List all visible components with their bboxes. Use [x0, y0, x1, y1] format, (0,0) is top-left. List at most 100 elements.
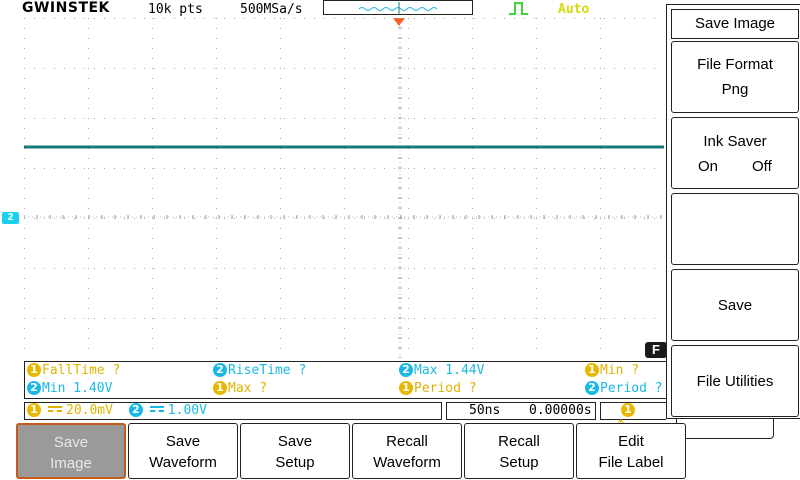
grid-dot: [34, 68, 35, 69]
grid-dot: [254, 318, 255, 319]
grid-dot: [234, 68, 235, 69]
grid-dot: [54, 218, 55, 219]
grid-dot: [344, 198, 345, 199]
grid-dot: [444, 68, 445, 69]
grid-dot: [554, 318, 555, 319]
grid-dot: [474, 18, 475, 19]
grid-dot: [144, 268, 145, 269]
grid-dot: [584, 118, 585, 119]
grid-dot: [464, 168, 465, 169]
grid-dot: [214, 118, 215, 119]
grid-dot: [644, 68, 645, 69]
grid-dot: [194, 68, 195, 69]
grid-dot: [224, 68, 225, 69]
grid-dot: [584, 168, 585, 169]
grid-dot: [344, 118, 345, 119]
grid-dot: [264, 18, 265, 19]
grid-dot: [280, 338, 281, 339]
grid-dot: [414, 168, 415, 169]
save-setup-button[interactable]: Save Setup: [240, 423, 350, 479]
file-utilities-button[interactable]: File Utilities: [671, 345, 799, 417]
grid-dot: [534, 118, 535, 119]
grid-dot: [454, 218, 455, 219]
grid-dot: [600, 288, 601, 289]
grid-dot: [354, 268, 355, 269]
grid-dot: [344, 98, 345, 99]
recall-waveform-button[interactable]: Recall Waveform: [352, 423, 462, 479]
grid-dot: [504, 268, 505, 269]
grid-dot: [344, 328, 345, 329]
grid-dot: [194, 18, 195, 19]
grid-dot: [88, 248, 89, 249]
grid-dot: [594, 318, 595, 319]
grid-ticks: [24, 18, 662, 358]
grid-dot: [494, 318, 495, 319]
grid-dot: [604, 18, 605, 19]
grid-dot: [274, 68, 275, 69]
grid-dot: [294, 268, 295, 269]
grid-dot: [24, 348, 25, 349]
grid-dot: [344, 108, 345, 109]
measurement-value: FallTime ?: [42, 363, 121, 378]
timebase-status: 50ns 0.00000s: [446, 402, 596, 420]
grid-dot: [144, 18, 145, 19]
ink-saver-button[interactable]: Ink Saver On Off: [671, 117, 799, 189]
grid-dot: [280, 178, 281, 179]
grid-dot: [94, 318, 95, 319]
grid-dot: [304, 218, 305, 219]
ch2-ground-marker[interactable]: 2: [2, 212, 19, 224]
grid-dot: [134, 118, 135, 119]
empty-soft-key[interactable]: [671, 193, 799, 265]
grid-dot: [184, 218, 185, 219]
grid-dot: [152, 158, 153, 159]
grid-dot: [88, 188, 89, 189]
grid-dot: [544, 168, 545, 169]
memory-overview-bar: [323, 0, 473, 15]
grid-dot: [24, 318, 25, 319]
grid-dot: [536, 108, 537, 109]
grid-dot: [344, 158, 345, 159]
button-label-line2: Setup: [499, 454, 539, 471]
save-image-button[interactable]: Save Image: [16, 423, 126, 479]
grid-dot: [274, 318, 275, 319]
measurement-value: RiseTime ?: [228, 363, 307, 378]
grid-dot: [216, 68, 217, 69]
grid-dot: [374, 68, 375, 69]
meas-ch1-period: 1 Period ?: [399, 380, 477, 398]
grid-dot: [294, 118, 295, 119]
save-button[interactable]: Save: [671, 269, 799, 341]
button-label-line2: File Label: [598, 454, 664, 471]
grid-dot: [404, 168, 405, 169]
recall-setup-button[interactable]: Recall Setup: [464, 423, 574, 479]
grid-dot: [344, 128, 345, 129]
grid-dot: [244, 118, 245, 119]
grid-dot: [280, 278, 281, 279]
grid-dot: [472, 208, 473, 209]
grid-dot: [124, 68, 125, 69]
save-label: Save: [717, 297, 753, 314]
grid-dot: [600, 158, 601, 159]
save-waveform-button[interactable]: Save Waveform: [128, 423, 238, 479]
grid-dot: [574, 218, 575, 219]
edit-file-label-button[interactable]: Edit File Label: [576, 423, 686, 479]
button-label-line1: Save: [277, 433, 313, 450]
button-label-line2: Waveform: [373, 454, 441, 471]
grid-dot: [152, 18, 153, 19]
grid-dot: [472, 278, 473, 279]
grid-dot: [364, 68, 365, 69]
grid-dot: [600, 118, 601, 119]
grid-dot: [134, 318, 135, 319]
grid-dot: [584, 218, 585, 219]
grid-dot: [536, 248, 537, 249]
button-label-line2: Waveform: [149, 454, 217, 471]
grid-dot: [524, 118, 525, 119]
grid-dot: [472, 68, 473, 69]
grid-dot: [274, 118, 275, 119]
file-format-button[interactable]: File Format Png: [671, 41, 799, 113]
grid-dot: [344, 58, 345, 59]
grid-dot: [24, 68, 25, 69]
grid-dot: [536, 328, 537, 329]
grid-dot: [216, 108, 217, 109]
grid-dot: [504, 118, 505, 119]
grid-dot: [284, 268, 285, 269]
